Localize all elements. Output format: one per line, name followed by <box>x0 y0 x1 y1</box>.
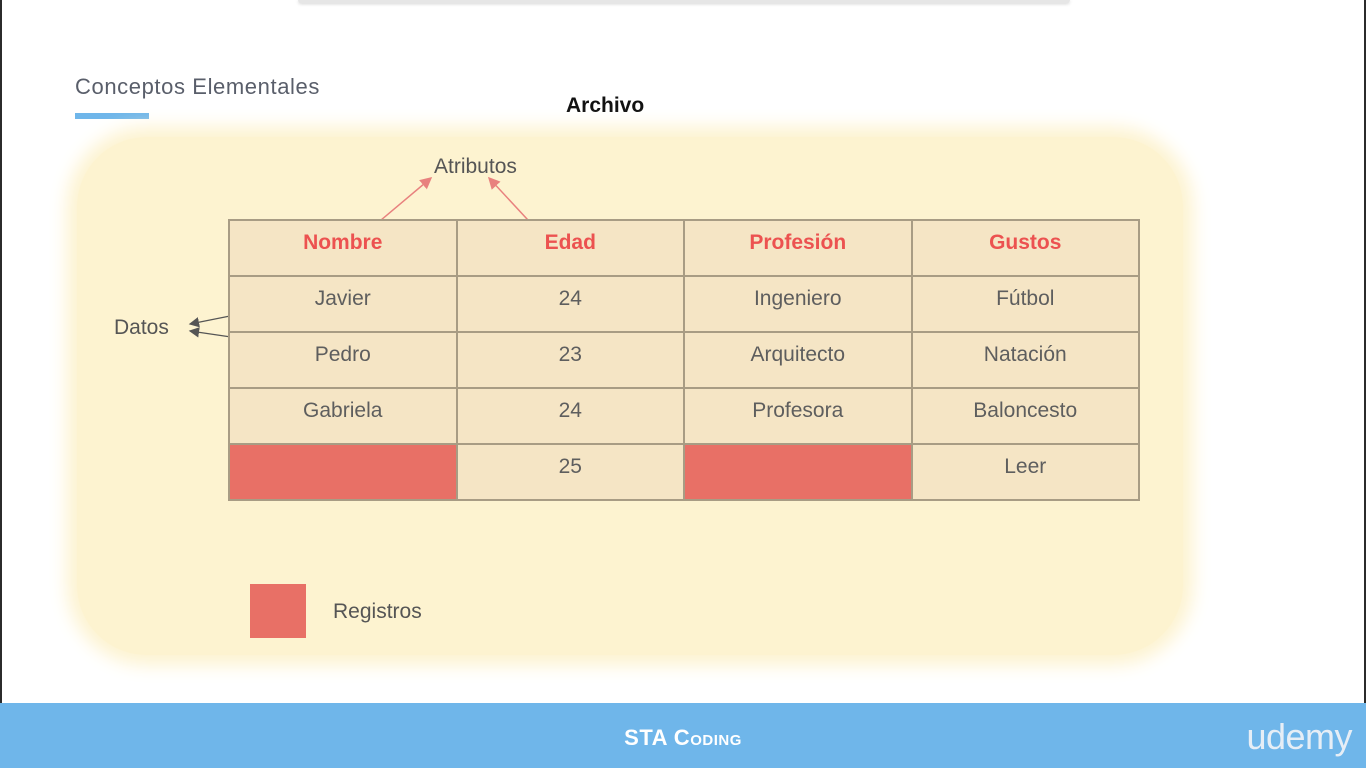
column-header-profesion: Profesión <box>683 219 913 277</box>
data-label: Datos <box>114 316 169 339</box>
udemy-logo: udemy <box>1246 716 1352 757</box>
table-cell: Pedro <box>228 331 458 389</box>
section-title: Conceptos Elementales <box>75 74 320 99</box>
records-table: Nombre Edad Profesión Gustos Javier 24 I… <box>228 219 1140 501</box>
table-cell: Arquitecto <box>683 331 913 389</box>
section-title-underline <box>75 113 149 119</box>
file-title: Archivo <box>566 94 645 117</box>
table-cell: 24 <box>455 275 685 333</box>
footer-bar: STA Coding udemy <box>0 703 1366 768</box>
legend-label-registros: Registros <box>333 600 422 623</box>
table-cell: Gabriela <box>228 387 458 445</box>
table-cell: 24 <box>455 387 685 445</box>
table-cell: Profesora <box>683 387 913 445</box>
table-cell: Leer <box>910 443 1140 501</box>
table-cell: Baloncesto <box>910 387 1140 445</box>
record-highlight-cell <box>228 443 458 501</box>
frame-left-edge <box>0 0 2 768</box>
table-row: Gabriela 24 Profesora Baloncesto <box>228 387 1140 445</box>
table-cell: Javier <box>228 275 458 333</box>
table-cell: Ingeniero <box>683 275 913 333</box>
column-header-edad: Edad <box>455 219 685 277</box>
footer-brand: STA Coding <box>624 725 742 750</box>
table-cell: Natación <box>910 331 1140 389</box>
table-cell: 25 <box>455 443 685 501</box>
top-bar-shadow <box>298 0 1070 3</box>
table-cell: 23 <box>455 331 685 389</box>
table-header-row: Nombre Edad Profesión Gustos <box>228 219 1140 277</box>
table-cell: Fútbol <box>910 275 1140 333</box>
table-row: Javier 24 Ingeniero Fútbol <box>228 275 1140 333</box>
record-highlight-cell <box>683 443 913 501</box>
legend-swatch-registros <box>250 584 306 638</box>
column-header-gustos: Gustos <box>910 219 1140 277</box>
column-header-nombre: Nombre <box>228 219 458 277</box>
table-row: Pedro 23 Arquitecto Natación <box>228 331 1140 389</box>
attributes-label: Atributos <box>434 155 517 178</box>
table-row: 25 Leer <box>228 443 1140 501</box>
